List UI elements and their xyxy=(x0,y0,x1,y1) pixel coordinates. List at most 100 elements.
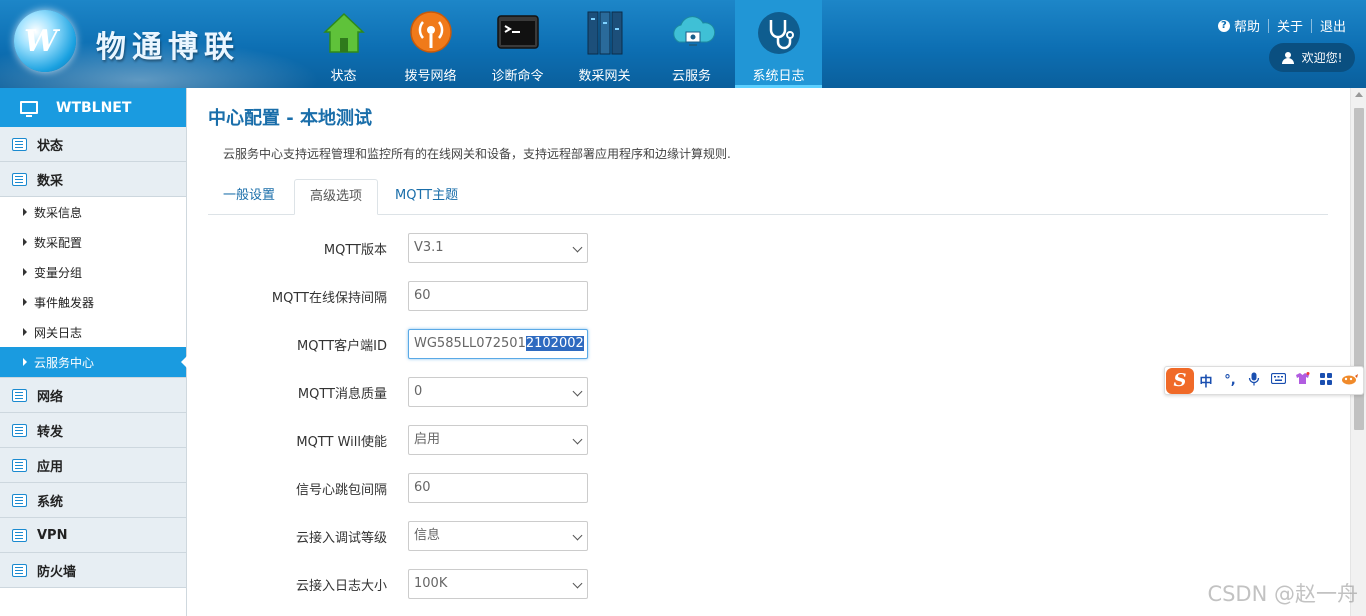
nav-item-diagnose[interactable]: 诊断命令 xyxy=(474,0,561,88)
select-value: 0 xyxy=(414,384,423,399)
sidebar-group-label: 系统 xyxy=(37,494,64,510)
will-enable-select[interactable]: 启用 xyxy=(408,425,588,455)
form-row-log-size: 云接入日志大小 100K xyxy=(187,569,787,599)
sidebar-group-forward[interactable]: 转发 xyxy=(0,413,186,448)
nav-item-dial[interactable]: 拨号网络 xyxy=(387,0,474,88)
select-value: 信息 xyxy=(414,528,441,543)
main-content: 中心配置 - 本地测试 云服务中心支持远程管理和监控所有的在线网关和设备，支持远… xyxy=(187,88,1350,616)
sidebar-group-label: 应用 xyxy=(37,459,64,475)
nav-item-cloud[interactable]: 云服务 xyxy=(648,0,735,88)
list-icon xyxy=(12,528,27,542)
debug-level-select[interactable]: 信息 xyxy=(408,521,588,551)
sidebar-item-var-group[interactable]: 变量分组 xyxy=(0,257,186,287)
keyboard-icon[interactable] xyxy=(1266,372,1290,388)
about-link[interactable]: 关于 xyxy=(1277,16,1303,35)
list-icon xyxy=(12,388,27,402)
input-value: 60 xyxy=(414,480,431,495)
nav-label: 系统日志 xyxy=(752,69,805,84)
mqtt-version-select[interactable]: V3.1 xyxy=(408,233,588,263)
welcome-badge[interactable]: 欢迎您! xyxy=(1269,43,1355,72)
chevron-down-icon xyxy=(572,530,583,541)
link-divider xyxy=(1310,18,1312,33)
ime-toolbar: S 中 °, xyxy=(1164,366,1364,395)
list-icon xyxy=(12,493,27,507)
list-icon xyxy=(12,423,27,437)
chevron-down-icon xyxy=(572,386,583,397)
nav-label: 云服务 xyxy=(671,69,711,84)
sidebar-group-status[interactable]: 状态 xyxy=(0,127,186,162)
user-icon xyxy=(1281,51,1294,64)
welcome-text: 欢迎您! xyxy=(1301,51,1343,65)
sidebar-group-network[interactable]: 网络 xyxy=(0,378,186,413)
sidebar-item-label: 事件触发器 xyxy=(34,295,95,310)
sidebar-item-event-trigger[interactable]: 事件触发器 xyxy=(0,287,186,317)
sidebar-group-data[interactable]: 数采 xyxy=(0,162,186,197)
field-label: 信号心跳包间隔 xyxy=(295,483,387,498)
sidebar-title-text: WTBLNET xyxy=(56,99,132,116)
field-label: 云接入日志大小 xyxy=(295,579,387,594)
sidebar-group-label: 网络 xyxy=(37,389,64,405)
main-nav: 状态 拨号网络 诊断命令 数采网关 云服务 系统日志 xyxy=(300,0,822,88)
field-label: MQTT在线保持间隔 xyxy=(271,291,387,306)
sidebar-group-system[interactable]: 系统 xyxy=(0,483,186,518)
sidebar: WTBLNET 状态 数采 数采信息 数采配置 变量分组 事件触发器 网关日志 … xyxy=(0,88,187,616)
page-scrollbar[interactable] xyxy=(1350,88,1366,616)
nav-item-gateway[interactable]: 数采网关 xyxy=(561,0,648,88)
help-link[interactable]: 帮助 xyxy=(1234,16,1260,35)
mascot-icon[interactable] xyxy=(1338,373,1362,389)
ime-punct-toggle[interactable]: °, xyxy=(1218,373,1242,388)
nav-label: 诊断命令 xyxy=(491,69,544,84)
broadcast-icon xyxy=(409,11,452,53)
field-label: 云接入调试等级 xyxy=(295,531,387,546)
tab-general[interactable]: 一般设置 xyxy=(208,179,290,215)
sidebar-item-data-info[interactable]: 数采信息 xyxy=(0,197,186,227)
watermark: CSDN @赵一舟 xyxy=(1207,582,1358,606)
sidebar-group-app[interactable]: 应用 xyxy=(0,448,186,483)
logout-link[interactable]: 退出 xyxy=(1320,16,1346,35)
select-value: V3.1 xyxy=(414,240,444,255)
sidebar-item-cloud-center[interactable]: 云服务中心 xyxy=(0,347,187,377)
skin-icon[interactable] xyxy=(1290,372,1314,389)
caret-right-icon xyxy=(23,358,27,366)
form-row-keepalive: MQTT在线保持间隔 60 xyxy=(187,281,787,311)
list-icon xyxy=(12,458,27,472)
nav-item-status[interactable]: 状态 xyxy=(300,0,387,88)
sidebar-group-firewall[interactable]: 防火墙 xyxy=(0,553,186,588)
sidebar-item-gateway-log[interactable]: 网关日志 xyxy=(0,317,186,347)
sidebar-item-label: 数采信息 xyxy=(34,205,83,220)
caret-right-icon xyxy=(23,238,27,246)
sidebar-group-label: 状态 xyxy=(37,138,64,154)
chevron-down-icon xyxy=(572,242,583,253)
scroll-up-icon[interactable] xyxy=(1355,92,1363,97)
input-value: WG585LL072501 xyxy=(414,336,526,351)
select-value: 100K xyxy=(414,576,448,591)
client-id-input[interactable]: WG585LL0725012102002 xyxy=(408,329,588,359)
top-header: W 物通博联 状态 拨号网络 诊断命令 数采网关 云服务 系统日志 ? 帮助 关… xyxy=(0,0,1366,88)
caret-right-icon xyxy=(23,298,27,306)
toolbox-icon[interactable] xyxy=(1314,372,1338,389)
sidebar-item-data-config[interactable]: 数采配置 xyxy=(0,227,186,257)
tab-advanced[interactable]: 高级选项 xyxy=(294,179,379,215)
sogou-logo-icon[interactable]: S xyxy=(1166,367,1194,394)
ime-mode-toggle[interactable]: 中 xyxy=(1194,371,1218,390)
form-row-will-enable: MQTT Will使能 启用 xyxy=(187,425,787,455)
help-icon: ? xyxy=(1217,19,1230,32)
chevron-down-icon xyxy=(572,434,583,445)
keepalive-input[interactable]: 60 xyxy=(408,281,588,311)
sidebar-group-label: VPN xyxy=(37,527,68,543)
tab-mqtt-topic[interactable]: MQTT主题 xyxy=(380,179,473,215)
form-row-qos: MQTT消息质量 0 xyxy=(187,377,787,407)
list-icon xyxy=(12,172,27,186)
sidebar-group-vpn[interactable]: VPN xyxy=(0,518,186,553)
log-size-select[interactable]: 100K xyxy=(408,569,588,599)
tab-bar: 一般设置 高级选项 MQTT主题 xyxy=(208,179,1328,215)
top-links: ? 帮助 关于 退出 xyxy=(1217,16,1346,35)
terminal-icon xyxy=(496,15,539,49)
heartbeat-input[interactable]: 60 xyxy=(408,473,588,503)
nav-item-syslog[interactable]: 系统日志 xyxy=(735,0,822,88)
logo-icon: W xyxy=(14,10,76,72)
field-label: MQTT版本 xyxy=(323,243,387,258)
qos-select[interactable]: 0 xyxy=(408,377,588,407)
microphone-icon[interactable] xyxy=(1242,372,1266,390)
caret-right-icon xyxy=(23,268,27,276)
